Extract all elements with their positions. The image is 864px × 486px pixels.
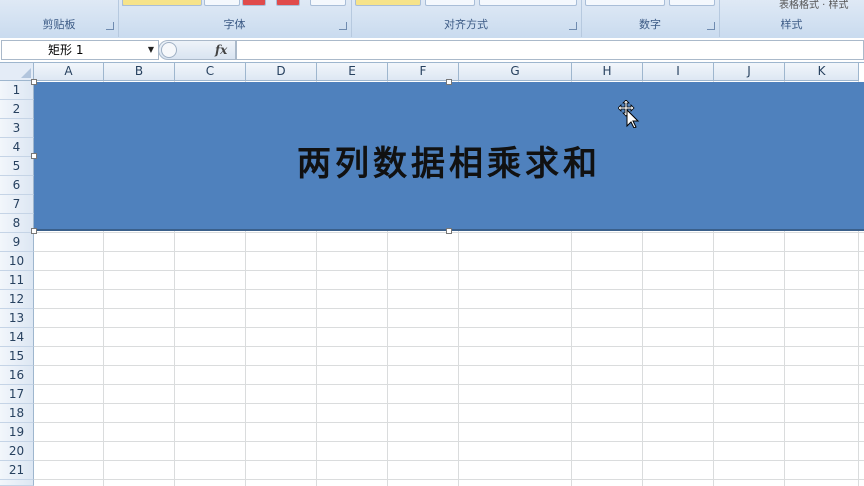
gridline: [34, 384, 864, 385]
row-header[interactable]: 2: [0, 100, 34, 119]
dialog-launcher-icon[interactable]: [569, 22, 577, 30]
gridline: [34, 422, 864, 423]
select-all-button[interactable]: [0, 63, 34, 81]
formula-controls: fx: [158, 40, 236, 60]
column-header[interactable]: A: [34, 63, 104, 81]
gridline: [34, 308, 864, 309]
resize-handle[interactable]: [446, 79, 452, 85]
row-header[interactable]: 15: [0, 347, 34, 366]
row-header[interactable]: 4: [0, 138, 34, 157]
column-header[interactable]: K: [785, 63, 859, 81]
column-header[interactable]: E: [317, 63, 388, 81]
resize-handle[interactable]: [31, 79, 37, 85]
expand-handle-icon[interactable]: [161, 42, 177, 58]
row-header[interactable]: 18: [0, 404, 34, 423]
row-header-partial[interactable]: [0, 480, 34, 486]
gridline: [34, 251, 864, 252]
row-header[interactable]: 5: [0, 157, 34, 176]
rectangle-shape[interactable]: 两列数据相乘求和: [34, 82, 864, 231]
align-buttons[interactable]: [355, 0, 421, 6]
fill-color-button[interactable]: [242, 0, 266, 6]
number-format-combo[interactable]: [585, 0, 665, 6]
gridline: [34, 441, 864, 442]
dialog-launcher-icon[interactable]: [339, 22, 347, 30]
ribbon-group-font: 字体: [118, 0, 352, 37]
resize-handle[interactable]: [31, 228, 37, 234]
styles-cut-text[interactable]: 表格格式 · 样式: [779, 0, 849, 11]
ribbon: 剪贴板 字体 对齐方式 数字 表格格式 · 样式 样式: [0, 0, 864, 39]
merge-button[interactable]: [479, 0, 577, 6]
gridline: [34, 365, 864, 366]
gridline: [34, 403, 864, 404]
column-header[interactable]: H: [572, 63, 643, 81]
ribbon-group-label: 对齐方式: [444, 18, 488, 31]
name-box-value: 矩形 1: [48, 43, 84, 57]
ribbon-group-label: 字体: [223, 18, 246, 31]
row-header[interactable]: 10: [0, 252, 34, 271]
decimal-buttons[interactable]: [669, 0, 715, 6]
name-box[interactable]: 矩形 1 ▼: [1, 40, 159, 60]
column-header[interactable]: I: [643, 63, 714, 81]
ribbon-group-alignment: 对齐方式: [351, 0, 582, 37]
row-header[interactable]: 3: [0, 119, 34, 138]
ribbon-group-styles: 表格格式 · 样式 样式: [719, 0, 864, 37]
column-header[interactable]: J: [714, 63, 785, 81]
formula-bar: 矩形 1 ▼ fx: [0, 38, 864, 63]
gridline: [34, 270, 864, 271]
font-size-combo[interactable]: [204, 0, 240, 6]
dialog-launcher-icon[interactable]: [707, 22, 715, 30]
row-header[interactable]: 6: [0, 176, 34, 195]
row-header[interactable]: 21: [0, 461, 34, 480]
gridline: [34, 327, 864, 328]
row-header[interactable]: 20: [0, 442, 34, 461]
gridline: [34, 479, 864, 480]
gridline: [34, 460, 864, 461]
chevron-down-icon[interactable]: ▼: [148, 41, 154, 59]
formula-input[interactable]: [236, 40, 864, 60]
move-cursor-icon: [618, 100, 640, 128]
font-color-button[interactable]: [276, 0, 300, 6]
gridline: [34, 289, 864, 290]
resize-handle[interactable]: [31, 153, 37, 159]
row-header[interactable]: 8: [0, 214, 34, 233]
ribbon-group-label: 剪贴板: [42, 18, 76, 31]
resize-handle[interactable]: [446, 228, 452, 234]
row-header[interactable]: 9: [0, 233, 34, 252]
indent-buttons[interactable]: [425, 0, 475, 6]
column-header[interactable]: C: [175, 63, 246, 81]
ribbon-group-number: 数字: [581, 0, 720, 37]
font-extra-button[interactable]: [310, 0, 346, 6]
row-header[interactable]: 13: [0, 309, 34, 328]
gridline: [34, 346, 864, 347]
font-name-combo[interactable]: [122, 0, 202, 6]
column-header[interactable]: G: [459, 63, 572, 81]
dialog-launcher-icon[interactable]: [106, 22, 114, 30]
row-header[interactable]: 1: [0, 81, 34, 100]
insert-function-icon[interactable]: fx: [215, 41, 227, 59]
ribbon-group-clipboard: 剪贴板: [0, 0, 124, 37]
row-header[interactable]: 12: [0, 290, 34, 309]
row-header[interactable]: 7: [0, 195, 34, 214]
column-header[interactable]: B: [104, 63, 175, 81]
row-header[interactable]: 14: [0, 328, 34, 347]
ribbon-group-label: 数字: [639, 18, 661, 31]
row-header[interactable]: 11: [0, 271, 34, 290]
ribbon-group-label: 样式: [780, 18, 803, 31]
row-header[interactable]: 17: [0, 385, 34, 404]
row-header[interactable]: 16: [0, 366, 34, 385]
column-header[interactable]: D: [246, 63, 317, 81]
shape-title[interactable]: 两列数据相乘求和: [34, 136, 864, 185]
row-header[interactable]: 19: [0, 423, 34, 442]
